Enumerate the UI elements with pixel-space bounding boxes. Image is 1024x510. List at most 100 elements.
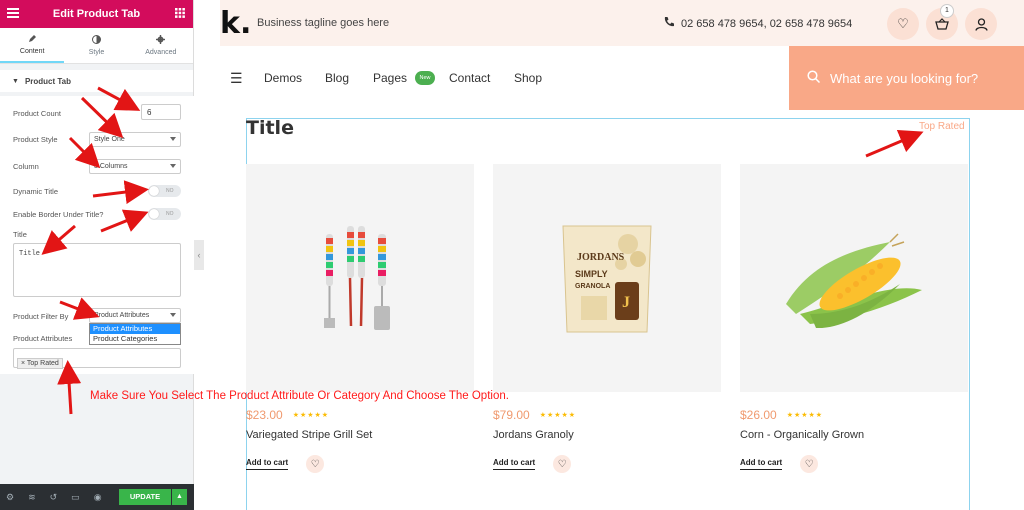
layers-icon[interactable]: ≋ xyxy=(28,492,36,503)
section-title: Title xyxy=(246,117,294,139)
label-border-under-title: Enable Border Under Title? xyxy=(13,210,104,219)
granola-bag-image: JORDANS SIMPLY GRANOLA J xyxy=(562,225,652,333)
nav-pages[interactable]: Pages xyxy=(373,71,407,85)
cart-count-badge: 1 xyxy=(940,4,954,18)
column-select[interactable]: 3 Columns xyxy=(89,159,181,174)
preview-icon[interactable]: ◉ xyxy=(94,492,102,503)
site-phone: 02 658 478 9654, 02 658 478 9654 xyxy=(663,16,852,31)
pencil-icon xyxy=(28,34,37,45)
search-icon xyxy=(807,70,821,86)
tab-style[interactable]: Style xyxy=(64,28,128,63)
tab-content[interactable]: Content xyxy=(0,28,65,63)
settings-icon[interactable]: ⚙ xyxy=(6,492,14,503)
corn-image xyxy=(786,233,922,329)
collapse-panel-icon[interactable]: ‹ xyxy=(194,240,204,270)
product-name[interactable]: Corn - Organically Grown xyxy=(740,429,968,441)
product-style-value: Style One xyxy=(94,136,125,143)
border-under-title-toggle[interactable]: NO xyxy=(148,208,181,220)
rating-stars: ★★★★★ xyxy=(539,412,577,419)
nav-demos[interactable]: Demos xyxy=(264,71,302,85)
grid-icon[interactable] xyxy=(175,8,185,21)
title-textarea[interactable]: Title xyxy=(13,243,181,297)
add-to-cart-button[interactable]: Add to cart xyxy=(740,458,783,470)
product-image[interactable] xyxy=(740,164,968,392)
wishlist-heart-icon[interactable]: ♡ xyxy=(306,455,325,473)
site-tagline: Business tagline goes here xyxy=(257,17,390,29)
search-bar[interactable]: What are you looking for? xyxy=(789,46,1024,110)
responsive-icon[interactable]: ▭ xyxy=(71,492,80,503)
editor-header: Edit Product Tab xyxy=(0,0,193,28)
product-card[interactable]: $23.00 ★★★★★ Variegated Stripe Grill Set… xyxy=(246,164,474,473)
granola-brand: JORDANS xyxy=(577,252,625,263)
site-topbar: k. Business tagline goes here 02 658 478… xyxy=(220,0,1024,46)
hamburger-icon[interactable] xyxy=(7,8,19,21)
menu-icon[interactable]: ☰ xyxy=(230,70,243,87)
label-product-style: Product Style xyxy=(13,135,58,144)
tab-advanced[interactable]: Advanced xyxy=(129,28,193,63)
option-product-attributes[interactable]: Product Attributes xyxy=(90,324,180,334)
toggle-text: NO xyxy=(166,211,174,217)
add-to-cart-button[interactable]: Add to cart xyxy=(246,458,289,470)
product-card[interactable]: JORDANS SIMPLY GRANOLA J $79.00 ★★★★★ Jo… xyxy=(493,164,721,473)
product-style-select[interactable]: Style One xyxy=(89,132,181,147)
section-product-tab[interactable]: ▼ Product Tab xyxy=(0,70,193,92)
product-price-row: $79.00 ★★★★★ xyxy=(493,408,721,422)
phone-icon xyxy=(663,16,675,31)
nav-blog[interactable]: Blog xyxy=(325,71,349,85)
rating-stars: ★★★★★ xyxy=(786,412,824,419)
site-navbar: ☰ Demos Blog Pages New Contact Shop What… xyxy=(220,46,1024,110)
product-card[interactable]: $26.00 ★★★★★ Corn - Organically Grown Ad… xyxy=(740,164,968,473)
update-options-button[interactable]: ▲ xyxy=(172,489,187,505)
history-icon[interactable]: ↺ xyxy=(50,492,58,503)
product-actions: Add to cart ♡ xyxy=(740,455,968,473)
label-product-attributes: Product Attributes xyxy=(13,334,73,343)
product-price: $79.00 xyxy=(493,408,530,422)
dynamic-title-toggle[interactable]: NO xyxy=(148,185,181,197)
new-badge: New xyxy=(415,71,435,85)
product-filter-dropdown: Product Attributes Product Categories xyxy=(89,323,181,345)
product-count-input[interactable]: 6 xyxy=(141,104,181,120)
product-image[interactable]: JORDANS SIMPLY GRANOLA J xyxy=(493,164,721,392)
account-icon[interactable] xyxy=(965,8,997,40)
granola-line2: GRANOLA xyxy=(575,283,610,290)
grill-set-image xyxy=(324,226,390,330)
instruction-note: Make Sure You Select The Product Attribu… xyxy=(90,390,509,402)
editor-tabs: Content Style Advanced xyxy=(0,28,193,64)
tab-advanced-label: Advanced xyxy=(145,49,177,56)
product-price-row: $23.00 ★★★★★ xyxy=(246,408,474,422)
add-to-cart-button[interactable]: Add to cart xyxy=(493,458,536,470)
option-product-categories[interactable]: Product Categories xyxy=(90,334,180,344)
product-filter-select[interactable]: Product Attributes xyxy=(89,308,181,323)
svg-text:J: J xyxy=(622,294,630,311)
toggle-text: NO xyxy=(166,188,174,194)
wishlist-heart-icon[interactable]: ♡ xyxy=(553,455,572,473)
wishlist-heart-icon[interactable]: ♡ xyxy=(800,455,819,473)
gear-icon xyxy=(156,35,166,46)
nav-contact[interactable]: Contact xyxy=(449,71,490,85)
phone-number: 02 658 478 9654, 02 658 478 9654 xyxy=(681,17,853,30)
section-label: Product Tab xyxy=(24,76,72,86)
caret-icon xyxy=(170,164,176,168)
attribute-tag[interactable]: × Top Rated xyxy=(17,358,63,369)
label-product-filter: Product Filter By xyxy=(13,312,69,321)
rating-stars: ★★★★★ xyxy=(292,412,330,419)
filter-top-rated[interactable]: Top Rated xyxy=(919,121,965,132)
label-product-count: Product Count xyxy=(13,109,61,118)
column-value: 3 Columns xyxy=(94,163,128,170)
product-image[interactable] xyxy=(246,164,474,392)
granola-line1: SIMPLY xyxy=(575,269,608,279)
product-price: $23.00 xyxy=(246,408,283,422)
nav-shop[interactable]: Shop xyxy=(514,71,542,85)
product-attributes-input[interactable]: × Top Rated xyxy=(13,348,181,369)
product-filter-value: Product Attributes xyxy=(94,312,150,319)
wishlist-icon[interactable]: ♡ xyxy=(887,8,919,40)
caret-down-icon: ▼ xyxy=(12,77,19,85)
update-button[interactable]: UPDATE xyxy=(119,489,171,505)
search-placeholder: What are you looking for? xyxy=(830,70,979,86)
label-column: Column xyxy=(13,162,39,171)
product-name[interactable]: Variegated Stripe Grill Set xyxy=(246,429,474,441)
tab-style-label: Style xyxy=(88,49,105,56)
site-logo[interactable]: k. xyxy=(220,6,251,41)
caret-icon xyxy=(170,137,176,141)
product-name[interactable]: Jordans Granoly xyxy=(493,429,721,441)
